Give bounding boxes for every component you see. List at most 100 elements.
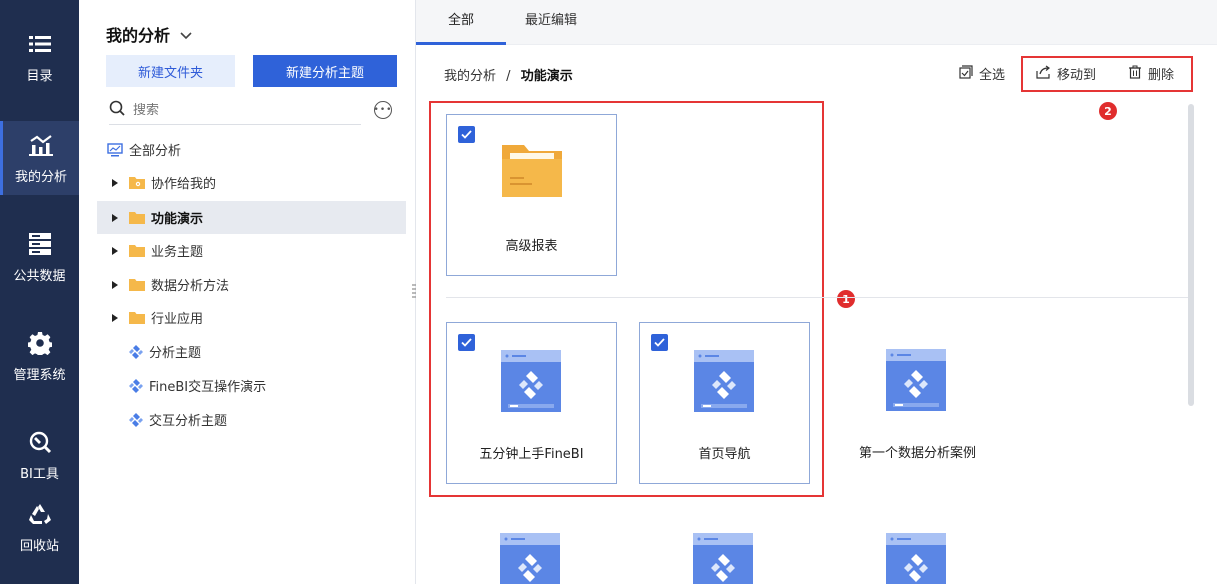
rail-item-public-data[interactable]: 公共数据 xyxy=(0,220,79,294)
folder-icon xyxy=(129,211,145,224)
checkbox-checked-icon[interactable] xyxy=(458,334,475,351)
section-divider xyxy=(446,297,1188,298)
recycle-icon xyxy=(27,501,53,527)
tree-item-methods[interactable]: 数据分析方法 xyxy=(97,268,406,301)
topic-icon xyxy=(129,344,143,359)
rail-item-recycle[interactable]: 回收站 xyxy=(0,490,79,564)
card-name: 高级报表 xyxy=(505,239,558,254)
select-all-icon xyxy=(959,64,973,83)
search-box xyxy=(109,96,361,125)
folder-icon xyxy=(500,141,564,205)
search-icon xyxy=(109,100,125,120)
card-topic-partial[interactable] xyxy=(446,506,617,584)
tree-item-label: FineBI交互操作演示 xyxy=(149,380,267,395)
tree-panel: 我的分析 新建文件夹 新建分析主题 ••• 全部分析 协作给我的 xyxy=(79,0,416,584)
tree-item-label: 分析主题 xyxy=(149,346,202,361)
rail-item-label: BI工具 xyxy=(20,466,59,482)
move-icon xyxy=(1036,65,1051,83)
main-content: 全部 最近编辑 我的分析 / 功能演示 全选 移动到 删除 2 1 高级报表 五… xyxy=(416,0,1217,584)
rail-item-label: 管理系统 xyxy=(13,367,66,383)
new-topic-button[interactable]: 新建分析主题 xyxy=(253,55,397,87)
tree-item-topic-2[interactable]: FineBI交互操作演示 xyxy=(97,369,406,402)
more-options-icon[interactable]: ••• xyxy=(374,101,392,119)
caret-right-icon[interactable] xyxy=(107,213,123,222)
select-all-button[interactable]: 全选 xyxy=(959,64,1005,83)
card-name: 五分钟上手FineBI xyxy=(479,447,584,462)
checkbox-checked-icon[interactable] xyxy=(651,334,668,351)
monitor-icon xyxy=(107,142,123,157)
tree-item-label: 功能演示 xyxy=(151,212,204,227)
breadcrumb-root[interactable]: 我的分析 xyxy=(444,69,496,84)
tree-title-text: 我的分析 xyxy=(106,26,171,45)
tree-item-label: 协作给我的 xyxy=(151,177,217,192)
rail-item-label: 目录 xyxy=(26,68,53,84)
topic-thumbnail-icon xyxy=(885,348,947,416)
tree-item-label: 全部分析 xyxy=(129,144,182,159)
scrollbar[interactable] xyxy=(1188,104,1194,406)
tools-icon xyxy=(27,429,53,455)
card-name: 第一个数据分析案例 xyxy=(858,446,976,461)
nav-rail: 目录 我的分析 公共数据 管理系统 BI工具 回收站 xyxy=(0,0,79,584)
select-all-label: 全选 xyxy=(979,68,1006,83)
topic-thumbnail-icon xyxy=(499,532,561,584)
rail-item-admin[interactable]: 管理系统 xyxy=(0,319,79,393)
list-icon xyxy=(27,31,53,57)
tree-item-topic-3[interactable]: 交互分析主题 xyxy=(97,403,406,436)
tree-item-topic-1[interactable]: 分析主题 xyxy=(97,335,406,368)
checkbox-checked-icon[interactable] xyxy=(458,126,475,143)
annotation-badge-1: 1 xyxy=(837,290,855,308)
tree-title[interactable]: 我的分析 xyxy=(106,22,192,46)
move-to-button[interactable]: 移动到 xyxy=(1036,64,1096,83)
folder-icon xyxy=(129,244,145,257)
caret-right-icon[interactable] xyxy=(107,178,123,187)
card-topic-partial[interactable] xyxy=(639,506,810,584)
breadcrumb-separator: / xyxy=(506,69,511,84)
card-topic[interactable]: 五分钟上手FineBI xyxy=(446,322,617,484)
tree-item-label: 行业应用 xyxy=(151,312,204,327)
card-name: 首页导航 xyxy=(698,447,751,462)
topic-thumbnail-icon xyxy=(693,349,755,417)
rail-item-bi-tools[interactable]: BI工具 xyxy=(0,418,79,492)
tree-item-business[interactable]: 业务主题 xyxy=(97,234,406,267)
shared-folder-icon xyxy=(129,176,145,189)
rail-item-label: 我的分析 xyxy=(14,169,67,185)
tree-item-all-analysis[interactable]: 全部分析 xyxy=(97,133,406,166)
folder-icon xyxy=(129,278,145,291)
topic-thumbnail-icon xyxy=(692,532,754,584)
search-input[interactable] xyxy=(133,102,333,118)
breadcrumb-current: 功能演示 xyxy=(520,69,573,84)
app: 目录 我的分析 公共数据 管理系统 BI工具 回收站 我的分析 新建文件夹 新建… xyxy=(0,0,1217,584)
tab-all[interactable]: 全部 xyxy=(416,0,506,45)
rail-item-my-analysis[interactable]: 我的分析 xyxy=(0,121,79,195)
tree-item-label: 业务主题 xyxy=(151,245,204,260)
caret-right-icon[interactable] xyxy=(107,246,123,255)
database-icon xyxy=(27,231,53,257)
analysis-chart-icon xyxy=(28,132,54,158)
tree-item-feature-demo[interactable]: 功能演示 xyxy=(97,201,406,234)
card-topic[interactable]: 首页导航 xyxy=(639,322,810,484)
rail-item-catalog[interactable]: 目录 xyxy=(0,20,79,94)
topic-icon xyxy=(129,378,143,393)
new-folder-button[interactable]: 新建文件夹 xyxy=(106,55,235,87)
gear-icon xyxy=(27,330,53,356)
card-topic[interactable]: 第一个数据分析案例 xyxy=(832,322,1003,484)
rail-item-label: 回收站 xyxy=(19,538,59,554)
breadcrumb: 我的分析 / 功能演示 xyxy=(444,65,573,84)
tab-recent[interactable]: 最近编辑 xyxy=(506,0,596,45)
annotation-badge-2: 2 xyxy=(1099,102,1117,120)
rail-item-label: 公共数据 xyxy=(13,268,66,284)
caret-right-icon[interactable] xyxy=(107,280,123,289)
tree-item-shared[interactable]: 协作给我的 xyxy=(97,166,406,199)
delete-button[interactable]: 删除 xyxy=(1128,64,1174,83)
tab-bar: 全部 最近编辑 xyxy=(416,0,1217,45)
folder-icon xyxy=(129,311,145,324)
tree-item-label: 数据分析方法 xyxy=(151,279,230,294)
delete-label: 删除 xyxy=(1148,68,1175,83)
tree-item-label: 交互分析主题 xyxy=(149,414,228,429)
card-folder[interactable]: 高级报表 xyxy=(446,114,617,276)
caret-right-icon[interactable] xyxy=(107,313,123,322)
chevron-down-icon xyxy=(180,25,192,44)
tree-item-industry[interactable]: 行业应用 xyxy=(97,301,406,334)
topic-icon xyxy=(129,412,143,427)
card-topic-partial[interactable] xyxy=(832,506,1003,584)
